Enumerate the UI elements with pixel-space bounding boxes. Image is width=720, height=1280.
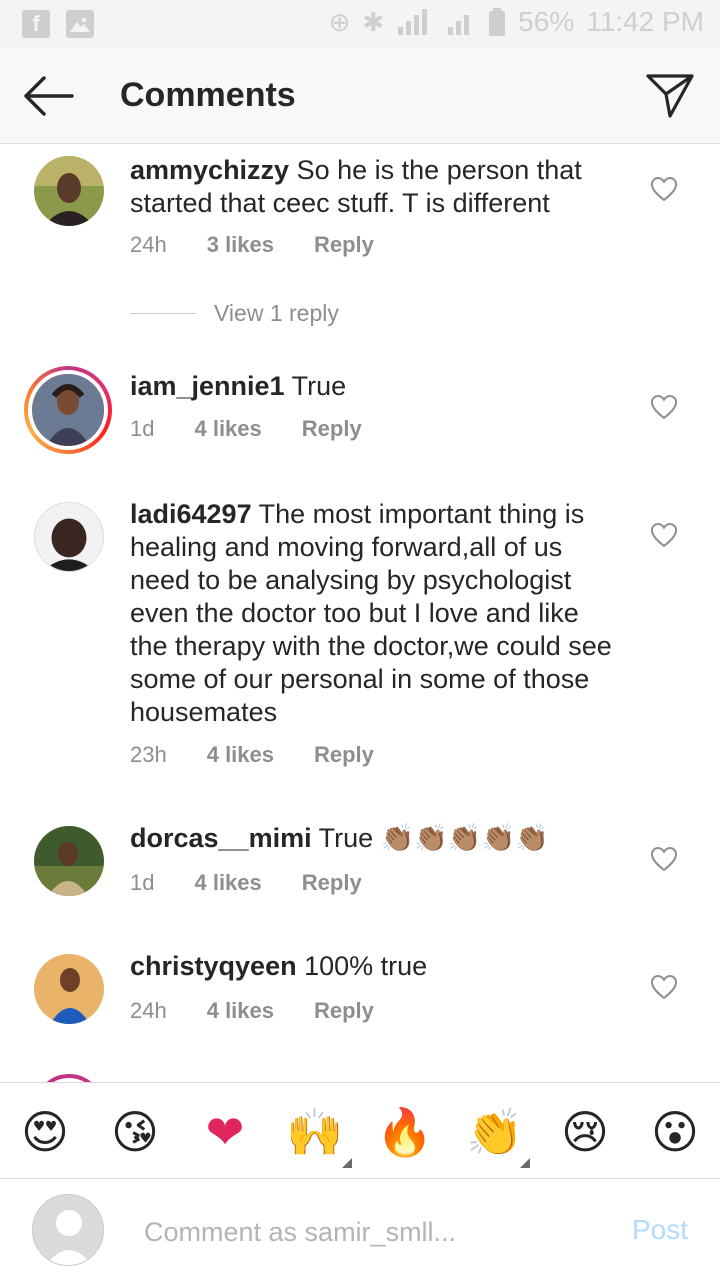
divider: [130, 313, 196, 314]
comment-username[interactable]: iam_jennie1: [130, 371, 285, 401]
likes-count[interactable]: 4 likes: [194, 870, 261, 896]
comment-username[interactable]: ammychizzy: [130, 155, 289, 185]
comment-username[interactable]: christyqyeen: [130, 951, 297, 981]
back-arrow-icon[interactable]: [22, 74, 74, 118]
comments-list[interactable]: ammychizzy So he is the person that star…: [0, 144, 720, 1082]
profile-photo: [34, 826, 104, 896]
comment-body: True 👏🏽👏🏽👏🏽👏🏽👏🏽: [318, 823, 549, 853]
comment-time: 1d: [130, 870, 155, 895]
reply-button[interactable]: Reply: [302, 416, 362, 442]
quick-emoji-bar: 😍 😘 ❤ 🙌 🔥 👏 😢 😮: [0, 1082, 720, 1179]
comment-time: 24h: [130, 232, 167, 257]
likes-count[interactable]: 3 likes: [207, 232, 274, 258]
view-replies-label: View 1 reply: [214, 300, 339, 326]
heart-eyes-emoji-icon[interactable]: 😍: [18, 1105, 72, 1159]
page-title: Comments: [120, 76, 296, 114]
comment-body: The most important thing is healing and …: [130, 499, 612, 727]
comment-time: 1d: [130, 416, 155, 441]
comment-text: christyqyeen 100% true: [130, 950, 620, 983]
comment-body: 100% true: [304, 951, 428, 981]
system-status: ⊕ ✱ 56% 11:42 PM: [329, 6, 704, 38]
avatar[interactable]: [34, 156, 104, 226]
facebook-notification-icon: f: [22, 10, 50, 38]
my-avatar: [32, 1194, 104, 1266]
battery-icon: [489, 8, 506, 36]
likes-count[interactable]: 4 likes: [207, 742, 274, 768]
surprised-face-emoji-icon[interactable]: 😮: [648, 1105, 702, 1159]
comment-meta: 1d 4 likes Reply: [130, 416, 362, 442]
notification-icons: f: [22, 10, 94, 38]
reply-button[interactable]: Reply: [314, 742, 374, 768]
status-bar: f ⊕ ✱ 56% 11:42 PM: [0, 0, 720, 48]
comment-composer: Post: [0, 1180, 720, 1280]
like-heart-icon[interactable]: [650, 522, 678, 548]
comment-input[interactable]: [144, 1212, 604, 1252]
comment-text: dorcas__mimi True 👏🏽👏🏽👏🏽👏🏽👏🏽: [130, 822, 620, 855]
red-heart-emoji-icon[interactable]: ❤: [198, 1105, 252, 1159]
like-heart-icon[interactable]: [650, 176, 678, 202]
view-replies-link[interactable]: View 1 reply: [130, 300, 339, 327]
signal-2-icon: [448, 15, 470, 35]
comment-meta: 24h 3 likes Reply: [130, 232, 374, 258]
reply-button[interactable]: Reply: [314, 232, 374, 258]
profile-photo: [32, 374, 104, 446]
like-heart-icon[interactable]: [650, 846, 678, 872]
profile-photo: [34, 156, 104, 226]
like-heart-icon[interactable]: [650, 974, 678, 1000]
comment-time: 23h: [130, 742, 167, 767]
avatar-story-ring[interactable]: [24, 366, 112, 454]
likes-count[interactable]: 4 likes: [194, 416, 261, 442]
avatar-story-ring-partial[interactable]: [34, 1074, 104, 1082]
avatar[interactable]: [34, 826, 104, 896]
reply-button[interactable]: Reply: [302, 870, 362, 896]
kissing-emoji-icon[interactable]: 😘: [108, 1105, 162, 1159]
direct-send-icon[interactable]: [644, 70, 696, 120]
profile-photo: [34, 954, 104, 1024]
bluetooth-icon: ✱: [362, 6, 385, 37]
comment-username[interactable]: ladi64297: [130, 499, 252, 529]
comment-meta: 24h 4 likes Reply: [130, 998, 374, 1024]
post-button[interactable]: Post: [632, 1214, 688, 1246]
clapping-hands-emoji-icon[interactable]: 👏: [466, 1105, 523, 1159]
skin-tone-indicator: [342, 1158, 352, 1168]
header-bar: Comments: [0, 48, 720, 144]
like-heart-icon[interactable]: [650, 394, 678, 420]
avatar[interactable]: [34, 502, 104, 572]
comment-meta: 23h 4 likes Reply: [130, 742, 374, 768]
comment-body: True: [291, 371, 347, 401]
skin-tone-indicator: [520, 1158, 530, 1168]
reply-button[interactable]: Reply: [314, 998, 374, 1024]
raising-hands-emoji-icon[interactable]: 🙌: [286, 1105, 343, 1159]
comment-time: 24h: [130, 998, 167, 1023]
comment-username[interactable]: dorcas__mimi: [130, 823, 312, 853]
data-saver-icon: ⊕: [328, 6, 351, 37]
likes-count[interactable]: 4 likes: [207, 998, 274, 1024]
comment-meta: 1d 4 likes Reply: [130, 870, 362, 896]
default-user-icon: [33, 1195, 103, 1265]
fire-emoji-icon[interactable]: 🔥: [376, 1105, 433, 1159]
gallery-notification-icon: [66, 10, 94, 38]
comment-text: iam_jennie1 True: [130, 370, 620, 403]
clock: 11:42 PM: [586, 6, 704, 37]
profile-photo: [35, 503, 103, 571]
signal-icon: [398, 9, 428, 35]
avatar[interactable]: [34, 954, 104, 1024]
crying-face-emoji-icon[interactable]: 😢: [558, 1105, 612, 1159]
comment-text: ladi64297 The most important thing is he…: [130, 498, 620, 729]
battery-percent: 56%: [518, 6, 575, 37]
comment-text: ammychizzy So he is the person that star…: [130, 154, 620, 220]
